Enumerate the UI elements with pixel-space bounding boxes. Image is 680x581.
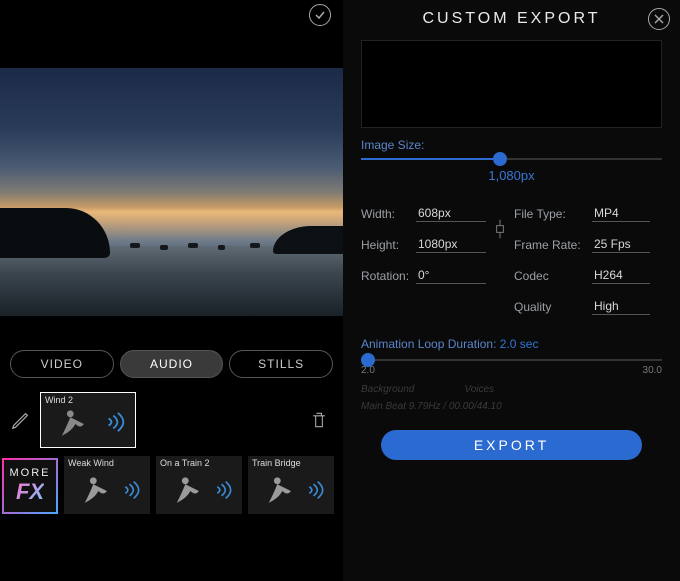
faded-voices-label: Voices	[464, 384, 494, 395]
link-aspect-icon[interactable]	[493, 218, 507, 240]
export-button[interactable]: EXPORT	[381, 430, 642, 460]
close-button[interactable]	[648, 8, 670, 30]
confirm-button[interactable]	[309, 4, 331, 26]
width-field[interactable]: 608px	[416, 205, 486, 222]
tab-video[interactable]: VIDEO	[10, 350, 114, 378]
quality-field[interactable]: High	[592, 298, 650, 315]
loop-slider[interactable]	[361, 359, 662, 361]
more-fx-line1: MORE	[10, 467, 51, 479]
selected-clip-row: Wind 2	[0, 388, 343, 452]
clip-label: Train Bridge	[252, 458, 301, 468]
filetype-field[interactable]: MP4	[592, 205, 650, 222]
dancer-icon	[55, 407, 89, 441]
dancer-icon	[262, 474, 296, 508]
export-title: CUSTOM EXPORT	[423, 10, 601, 28]
height-field[interactable]: 1080px	[416, 236, 486, 253]
image-size-slider[interactable]	[361, 158, 662, 160]
faded-bg-label: Background	[361, 384, 414, 395]
tab-stills[interactable]: STILLS	[229, 350, 333, 378]
selected-clip-label: Wind 2	[45, 395, 73, 405]
more-fx-line2: FX	[16, 479, 44, 505]
sound-waves-icon	[105, 411, 127, 433]
framerate-label: Frame Rate:	[514, 238, 592, 252]
image-size-label: Image Size:	[361, 138, 662, 152]
codec-field[interactable]: H264	[592, 267, 650, 284]
export-header: CUSTOM EXPORT	[343, 0, 680, 38]
clip-label: Weak Wind	[68, 458, 114, 468]
clip-shelf: MORE FX Weak Wind On a Train 2 Train Bri…	[0, 452, 343, 518]
loop-value: 2.0 sec	[500, 337, 539, 351]
top-bar	[0, 0, 343, 30]
rotation-field[interactable]: 0°	[416, 267, 486, 284]
clip-item[interactable]: Weak Wind	[64, 456, 150, 514]
filetype-label: File Type:	[514, 207, 592, 221]
image-size-value: 1,080px	[361, 168, 662, 183]
clip-label: On a Train 2	[160, 458, 210, 468]
sound-waves-icon	[122, 480, 142, 500]
disabled-audio-section: Background Voices Main Beat 9.79Hz / 00.…	[361, 384, 662, 412]
sound-waves-icon	[306, 480, 326, 500]
dancer-icon	[78, 474, 112, 508]
tab-audio[interactable]: AUDIO	[120, 350, 224, 378]
preview-image	[0, 68, 343, 316]
faded-beat-label: Main Beat 9.79Hz / 00.00/44.10	[361, 401, 662, 412]
width-label: Width:	[361, 207, 416, 221]
editor-pane: VIDEO AUDIO STILLS Wind 2 MORE FX Weak W…	[0, 0, 343, 581]
export-settings-grid: Width: 608px File Type: MP4 Height: 1080…	[361, 205, 662, 315]
delete-icon[interactable]	[309, 409, 329, 431]
sound-waves-icon	[214, 480, 234, 500]
height-label: Height:	[361, 238, 416, 252]
more-fx-button[interactable]: MORE FX	[2, 458, 58, 514]
rotation-label: Rotation:	[361, 269, 416, 283]
loop-duration-row: Animation Loop Duration: 2.0 sec 2.0 30.…	[361, 337, 662, 376]
framerate-field[interactable]: 25 Fps	[592, 236, 650, 253]
close-icon	[654, 14, 664, 24]
clip-item[interactable]: On a Train 2	[156, 456, 242, 514]
selected-clip[interactable]: Wind 2	[40, 392, 136, 448]
dancer-icon	[170, 474, 204, 508]
loop-max: 30.0	[643, 365, 662, 376]
export-preview	[361, 40, 662, 128]
loop-label: Animation Loop Duration:	[361, 337, 496, 351]
edit-icon[interactable]	[10, 409, 32, 431]
clip-item[interactable]: Train Bridge	[248, 456, 334, 514]
quality-label: Quality	[514, 300, 592, 314]
mode-tabs: VIDEO AUDIO STILLS	[0, 342, 343, 386]
check-icon	[314, 9, 326, 21]
export-panel: CUSTOM EXPORT Image Size: 1,080px Width:…	[343, 0, 680, 581]
codec-label: Codec	[514, 269, 592, 283]
